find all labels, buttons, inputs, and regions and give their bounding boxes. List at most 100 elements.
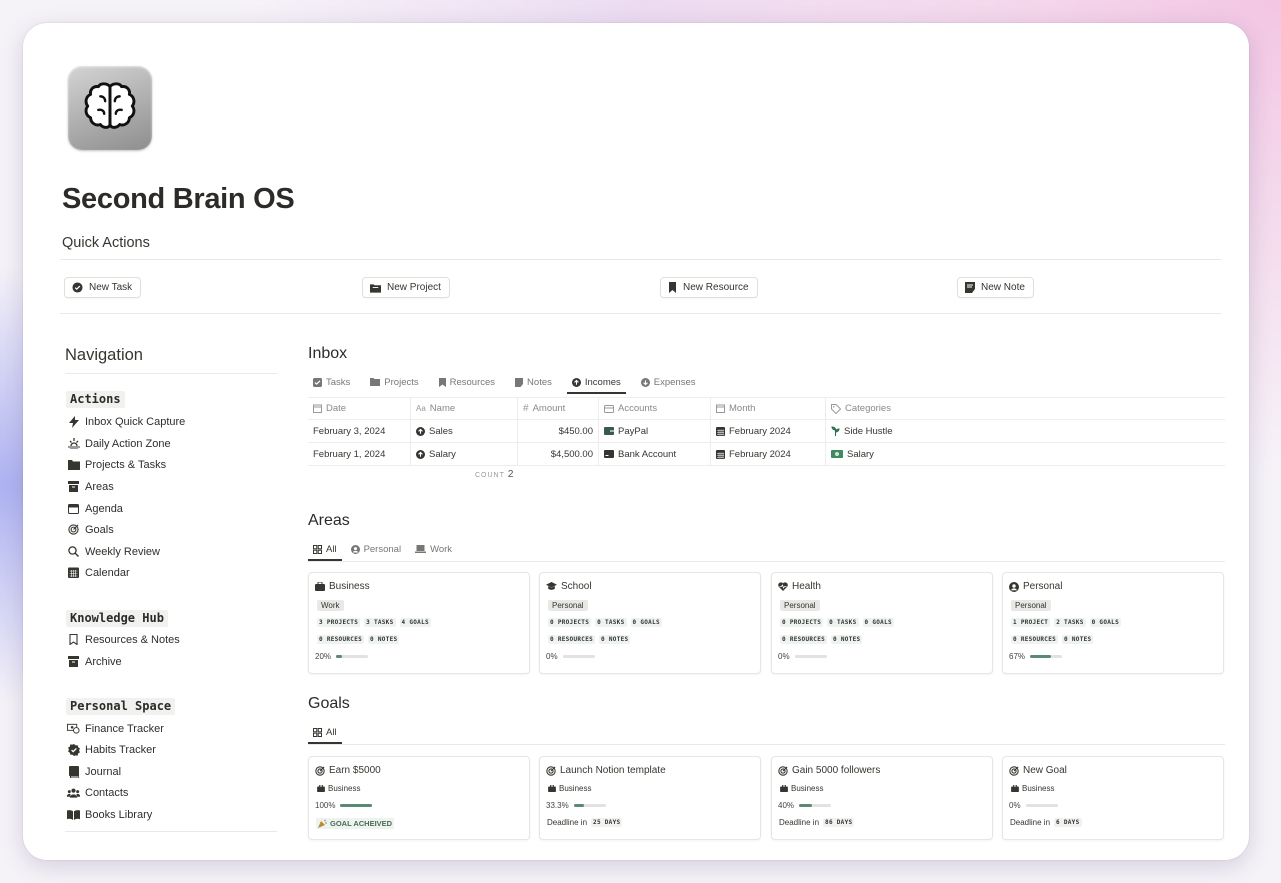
area-type-tag: Personal: [1011, 600, 1051, 611]
calendar-grid-icon: [716, 449, 725, 459]
progress: 67%: [1009, 652, 1063, 661]
goal-card-new-goal[interactable]: New Goal Business 0% Deadline in 6 DAYS: [1002, 756, 1224, 840]
column-header-categories[interactable]: Categories: [826, 398, 1225, 419]
nav-item-inbox-quick-capture[interactable]: Inbox Quick Capture: [67, 413, 185, 430]
nav-item-projects-tasks[interactable]: Projects & Tasks: [67, 456, 166, 473]
column-header-amount[interactable]: # Amount: [518, 398, 599, 419]
nav-item-calendar[interactable]: Calendar: [67, 564, 130, 581]
new-task-button[interactable]: New Task: [64, 277, 142, 298]
progress-bar: [1025, 804, 1058, 807]
check-circle-icon: [72, 282, 83, 293]
checkbox-icon: [313, 377, 322, 387]
month-cell[interactable]: February 2024: [711, 443, 826, 465]
column-header-accounts[interactable]: Accounts: [599, 398, 711, 419]
nav-item-contacts[interactable]: Contacts: [67, 784, 128, 801]
categories-cell[interactable]: Salary: [826, 443, 1225, 465]
amount-cell[interactable]: $4,500.00: [518, 443, 599, 465]
laptop-icon: [415, 545, 427, 553]
nav-item-books-library[interactable]: Books Library: [67, 806, 152, 823]
nav-item-habits-tracker[interactable]: Habits Tracker: [67, 741, 156, 758]
folder-icon: [67, 459, 80, 470]
date-cell[interactable]: February 3, 2024: [308, 420, 411, 442]
wallet-icon: [604, 427, 614, 435]
tab-notes[interactable]: Notes: [510, 371, 557, 393]
wallet-icon: [604, 404, 614, 413]
name-cell[interactable]: Salary: [411, 443, 518, 465]
progress-fill: [573, 804, 585, 807]
area-card-health[interactable]: Health Personal 0 PROJECTS 0 TASKS 0 GOALS…: [771, 572, 993, 674]
deadline: Deadline in 6 DAYS: [1010, 818, 1082, 827]
new-project-button[interactable]: New Project: [362, 277, 450, 298]
progress-bar: [1030, 655, 1063, 658]
money-icon: [67, 723, 80, 734]
column-header-month[interactable]: Month: [711, 398, 826, 419]
arrow-up-circle-icon: [416, 449, 425, 459]
progress-bar: [573, 804, 606, 807]
month-cell[interactable]: February 2024: [711, 420, 826, 442]
progress-label: 0%: [1009, 801, 1021, 810]
column-header-date[interactable]: Date: [308, 398, 411, 419]
tab-tasks[interactable]: Tasks: [308, 371, 355, 393]
goal-card-earn[interactable]: Earn $5000 Business 100% GOAL ACHEIVED: [308, 756, 530, 840]
nav-item-journal[interactable]: Journal: [67, 763, 121, 780]
folder-icon: [370, 378, 381, 386]
stats-chips: 0 RESOURCES 0 NOTES: [780, 635, 863, 644]
area-card-personal[interactable]: Personal Personal 1 PROJECT 2 TASKS 0 GOAL…: [1002, 572, 1224, 674]
nav-item-agenda[interactable]: Agenda: [67, 500, 123, 517]
deadline-label: Deadline in: [547, 818, 588, 827]
money-icon: [831, 450, 843, 458]
tab-expenses[interactable]: Expenses: [636, 371, 701, 393]
journal-icon: [67, 765, 80, 778]
stats-chips: 3 PROJECTS 3 TASKS 4 GOALS: [317, 618, 431, 627]
brain-icon[interactable]: [68, 66, 152, 150]
table-row[interactable]: February 3, 2024 Sales $450.00 PayPal Fe…: [308, 420, 1225, 443]
categories-cell[interactable]: Side Hustle: [826, 420, 1225, 442]
tag-icon: [831, 403, 841, 414]
amount-cell[interactable]: $450.00: [518, 420, 599, 442]
nav-item-daily-action-zone[interactable]: Daily Action Zone: [67, 435, 171, 452]
accounts-cell[interactable]: Bank Account: [599, 443, 711, 465]
tab-all[interactable]: All: [308, 538, 342, 561]
nav-item-finance-tracker[interactable]: Finance Tracker: [67, 720, 164, 737]
nav-item-areas[interactable]: Areas: [67, 478, 114, 495]
accounts-cell[interactable]: PayPal: [599, 420, 711, 442]
table-row[interactable]: February 1, 2024 Salary $4,500.00 Bank A…: [308, 443, 1225, 466]
resources-chip: 0 RESOURCES: [548, 635, 596, 644]
area-type-tag: Personal: [548, 600, 588, 611]
card-name: New Goal: [1023, 765, 1067, 776]
area-card-business[interactable]: Business Work 3 PROJECTS 3 TASKS 4 GOALS 0…: [308, 572, 530, 674]
nav-item-archive[interactable]: Archive: [67, 653, 122, 670]
card-name: Business: [329, 581, 370, 592]
briefcase-icon: [780, 785, 788, 792]
new-note-button[interactable]: New Note: [957, 277, 1034, 298]
nav-item-label: Journal: [85, 765, 122, 778]
tab-personal[interactable]: Personal: [346, 538, 407, 560]
tab-incomes[interactable]: Incomes: [566, 371, 626, 394]
nav-item-label: Weekly Review: [85, 545, 160, 558]
nav-item-goals[interactable]: Goals: [67, 521, 114, 538]
bookmark-icon: [67, 634, 80, 645]
projects-chip: 1 PROJECT: [1011, 618, 1051, 627]
goals-chip: 0 GOALS: [1089, 618, 1121, 627]
tab-all[interactable]: All: [308, 721, 342, 744]
tab-work[interactable]: Work: [410, 538, 457, 560]
tab-resources[interactable]: Resources: [434, 371, 500, 393]
plant-icon: [831, 426, 840, 436]
month-label: February 2024: [729, 425, 791, 437]
name-cell[interactable]: Sales: [411, 420, 518, 442]
tab-projects[interactable]: Projects: [365, 371, 423, 393]
new-resource-button[interactable]: New Resource: [660, 277, 758, 298]
progress: 0%: [778, 652, 827, 661]
area-card-school[interactable]: School Personal 0 PROJECTS 0 TASKS 0 GOALS…: [539, 572, 761, 674]
nav-item-weekly-review[interactable]: Weekly Review: [67, 543, 160, 560]
progress-fill: [340, 804, 373, 807]
nav-item-resources-notes[interactable]: Resources & Notes: [67, 631, 180, 648]
goal-card-launch[interactable]: Launch Notion template Business 33.3% De…: [539, 756, 761, 840]
goal-status-badge: GOAL ACHEIVED: [316, 818, 395, 829]
note-icon: [965, 282, 975, 293]
column-header-name[interactable]: Aa Name: [411, 398, 518, 419]
goal-card-followers[interactable]: Gain 5000 followers Business 40% Deadlin…: [771, 756, 993, 840]
area-label: Business: [1022, 784, 1055, 793]
date-cell[interactable]: February 1, 2024: [308, 443, 411, 465]
arrow-up-circle-icon: [571, 377, 581, 387]
